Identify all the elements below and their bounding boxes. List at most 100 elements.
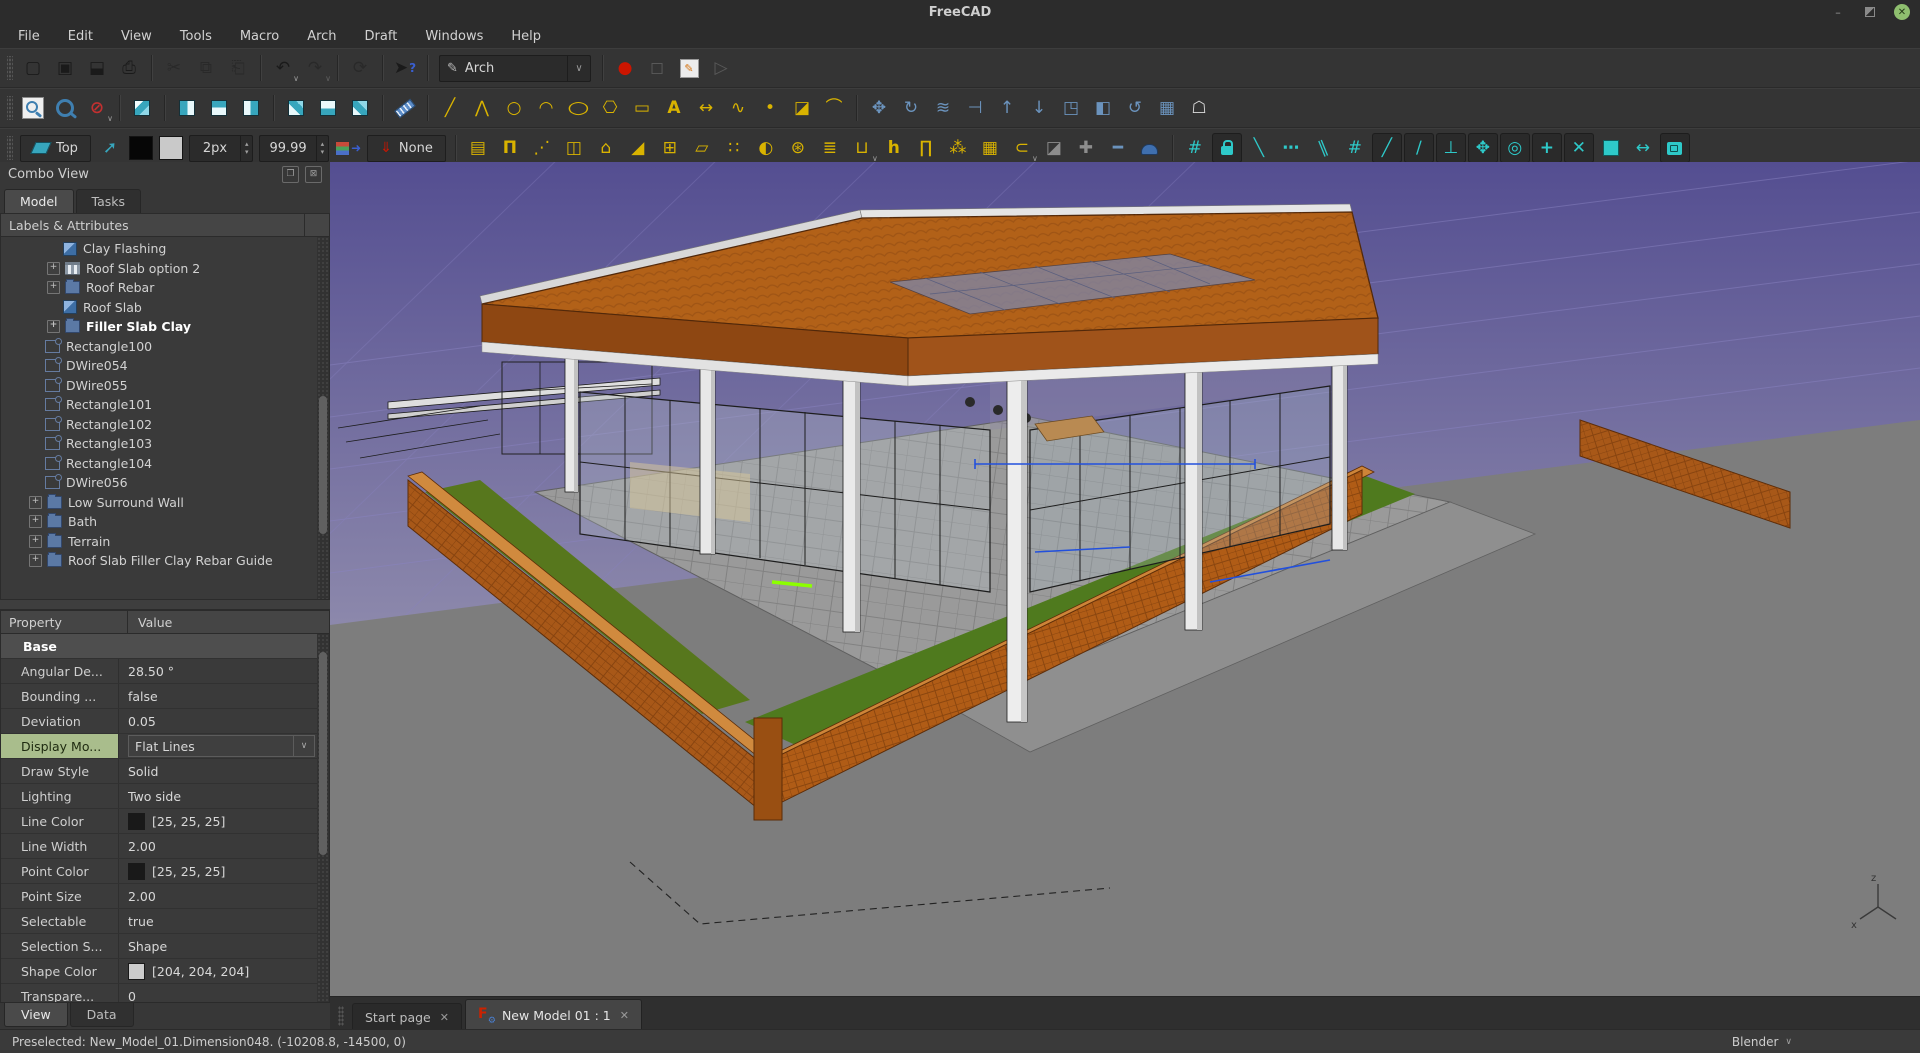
- tree-item[interactable]: +Roof Slab Filler Clay Rebar Guide: [1, 551, 329, 571]
- draft-offset[interactable]: ≋: [928, 93, 958, 123]
- tab-data[interactable]: Data: [70, 1003, 134, 1027]
- macro-edit[interactable]: [674, 53, 704, 83]
- dock-close-button[interactable]: ⊠: [305, 166, 322, 183]
- tree-item[interactable]: DWire054: [1, 356, 329, 376]
- draft-dimension[interactable]: ↔: [691, 93, 721, 123]
- property-value[interactable]: Shape: [119, 934, 329, 958]
- property-row[interactable]: Line Width2.00: [1, 834, 329, 859]
- tree-item[interactable]: Rectangle101: [1, 395, 329, 415]
- menu-macro[interactable]: Macro: [226, 26, 293, 47]
- tree-item[interactable]: DWire056: [1, 473, 329, 493]
- close-button[interactable]: ✕: [1894, 4, 1910, 20]
- tree-item[interactable]: +Filler Slab Clay: [1, 317, 329, 337]
- arch-frame[interactable]: ⊔∨: [847, 133, 877, 163]
- snap-intersection[interactable]: +: [1532, 133, 1562, 163]
- snap-near[interactable]: ╲: [1244, 133, 1274, 163]
- property-value[interactable]: 2.00: [119, 834, 329, 858]
- save-file[interactable]: ⬓: [82, 53, 112, 83]
- apply-style[interactable]: ➜: [333, 133, 363, 163]
- whats-this[interactable]: ➤?: [390, 53, 420, 83]
- mdi-tab[interactable]: F⚙New Model 01 : 1✕: [465, 999, 642, 1030]
- tree-scrollbar-thumb[interactable]: [319, 396, 327, 534]
- model-tree[interactable]: Clay Flashing+Roof Slab option 2+Roof Re…: [0, 237, 330, 599]
- view-rear[interactable]: [281, 93, 311, 123]
- property-row[interactable]: Line Color[25, 25, 25]: [1, 809, 329, 834]
- property-row[interactable]: Selectabletrue: [1, 909, 329, 934]
- zoom-selection[interactable]: [50, 93, 80, 123]
- snap-parallel[interactable]: ∥: [1308, 133, 1338, 163]
- draft-workingplane-proxy[interactable]: ◧: [1088, 93, 1118, 123]
- property-value[interactable]: [204, 204, 204]: [119, 959, 329, 983]
- property-row[interactable]: Deviation0.05: [1, 709, 329, 734]
- mdi-tab[interactable]: Start page✕: [352, 1003, 462, 1030]
- close-icon[interactable]: ✕: [620, 1009, 629, 1022]
- property-value[interactable]: 2.00: [119, 884, 329, 908]
- tab-view[interactable]: View: [4, 1003, 68, 1027]
- tree-expander[interactable]: +: [29, 535, 42, 548]
- arch-window[interactable]: ⊞: [655, 133, 685, 163]
- line-color-swatch[interactable]: [129, 136, 153, 160]
- working-plane-button[interactable]: Top: [20, 135, 91, 162]
- view-bottom[interactable]: [313, 93, 343, 123]
- draft-facebinder[interactable]: ◪: [787, 93, 817, 123]
- property-value[interactable]: 0: [119, 984, 329, 1002]
- macro-stop[interactable]: ◻: [642, 53, 672, 83]
- arch-roof[interactable]: ◢: [623, 133, 653, 163]
- snap-extension[interactable]: ∕: [1404, 133, 1434, 163]
- property-row[interactable]: Shape Color[204, 204, 204]: [1, 959, 329, 984]
- tree-item[interactable]: +Bath: [1, 512, 329, 532]
- view-left[interactable]: [345, 93, 375, 123]
- 3d-viewport[interactable]: z x: [330, 162, 1920, 997]
- property-value[interactable]: Flat Lines∨: [119, 734, 329, 758]
- menu-help[interactable]: Help: [497, 26, 555, 47]
- arch-wall[interactable]: ▤: [463, 133, 493, 163]
- draft-scale[interactable]: ◳: [1056, 93, 1086, 123]
- menu-tools[interactable]: Tools: [166, 26, 226, 47]
- new-file[interactable]: ▢: [18, 53, 48, 83]
- draft-line[interactable]: ╱: [435, 93, 465, 123]
- tree-item[interactable]: Roof Slab: [1, 298, 329, 318]
- face-color-swatch[interactable]: [159, 136, 183, 160]
- tree-scrollbar[interactable]: [317, 237, 329, 599]
- draft-clone[interactable]: ☖: [1184, 93, 1214, 123]
- property-row[interactable]: Point Size2.00: [1, 884, 329, 909]
- tree-item[interactable]: +Roof Slab option 2: [1, 259, 329, 279]
- arch-structure[interactable]: Π: [495, 133, 525, 163]
- property-row[interactable]: Draw StyleSolid: [1, 759, 329, 784]
- open-file[interactable]: ▣: [50, 53, 80, 83]
- snap-center[interactable]: ◎: [1500, 133, 1530, 163]
- tree-item[interactable]: +Terrain: [1, 532, 329, 552]
- measure-distance[interactable]: [390, 93, 420, 123]
- line-width-spinner[interactable]: 2px▴▾: [189, 135, 254, 162]
- arch-survey[interactable]: [1135, 133, 1165, 163]
- property-row[interactable]: LightingTwo side: [1, 784, 329, 809]
- arch-remove-component[interactable]: ━: [1103, 133, 1133, 163]
- draft-text[interactable]: A: [659, 93, 689, 123]
- property-value[interactable]: 28.50 °: [119, 659, 329, 683]
- view-front[interactable]: [172, 93, 202, 123]
- draft-trimex[interactable]: ⊣: [960, 93, 990, 123]
- snap-midpoint[interactable]: ⋯: [1276, 133, 1306, 163]
- property-value[interactable]: Two side: [119, 784, 329, 808]
- draft-rectangle[interactable]: ▭: [627, 93, 657, 123]
- arch-panel[interactable]: ▱: [687, 133, 717, 163]
- arch-site[interactable]: ⊛: [783, 133, 813, 163]
- property-row[interactable]: Base: [1, 634, 329, 659]
- tree-expander[interactable]: +: [29, 515, 42, 528]
- property-value-dropdown[interactable]: Flat Lines∨: [128, 735, 315, 757]
- tree-item[interactable]: Rectangle102: [1, 415, 329, 435]
- arch-rebar[interactable]: ⋰: [527, 133, 557, 163]
- arch-schedule[interactable]: ▦: [975, 133, 1005, 163]
- arch-profile[interactable]: ∏: [911, 133, 941, 163]
- print[interactable]: ⎙: [114, 53, 144, 83]
- fit-all[interactable]: [18, 93, 48, 123]
- minimize-button[interactable]: –: [1830, 4, 1846, 20]
- snap-grid[interactable]: #: [1340, 133, 1370, 163]
- arch-equipment[interactable]: h: [879, 133, 909, 163]
- menu-arch[interactable]: Arch: [293, 26, 350, 47]
- arch-pipe[interactable]: ⊂∨: [1007, 133, 1037, 163]
- menu-file[interactable]: File: [4, 26, 54, 47]
- property-value[interactable]: Solid: [119, 759, 329, 783]
- macro-execute[interactable]: ▷: [706, 53, 736, 83]
- arch-building[interactable]: ⌂: [591, 133, 621, 163]
